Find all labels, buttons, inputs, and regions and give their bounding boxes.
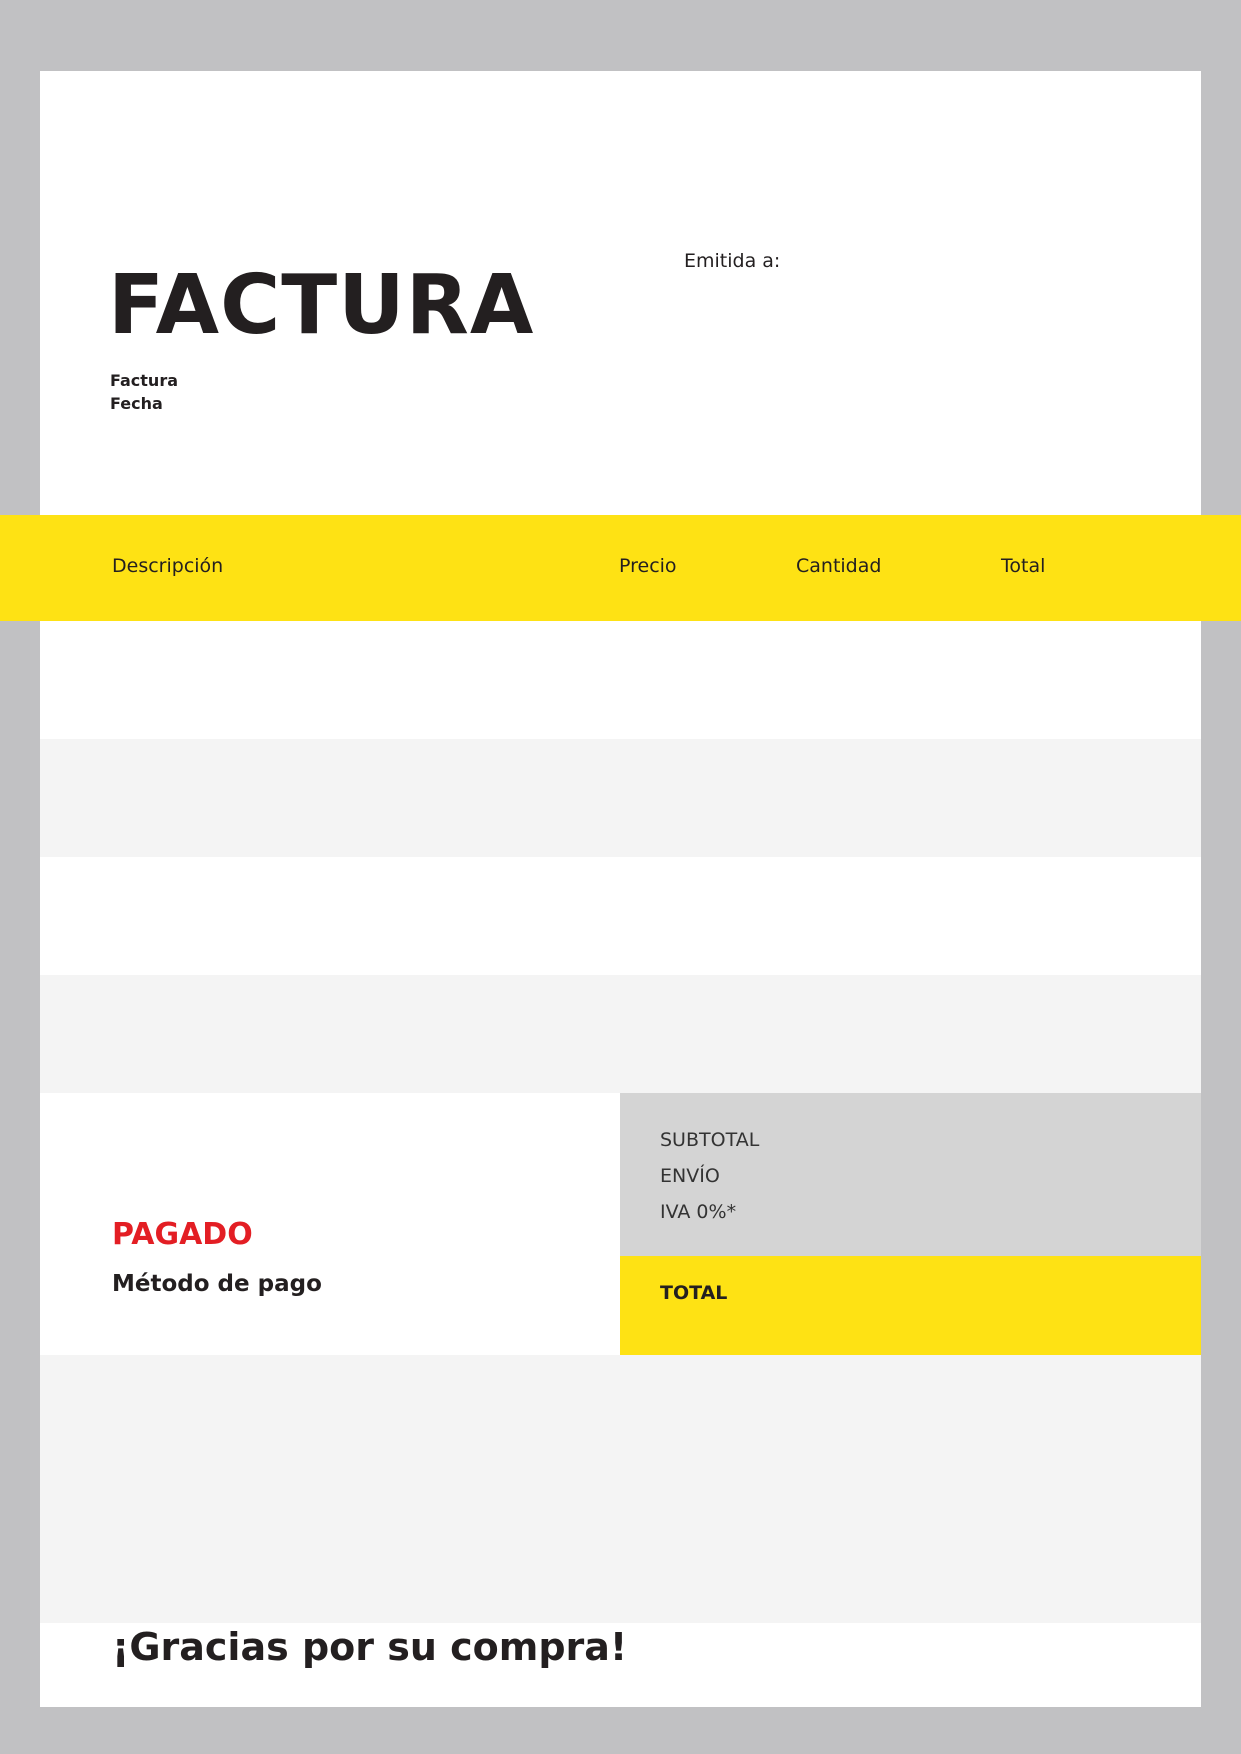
invoice-title: FACTURA: [108, 258, 535, 353]
grand-total-label: TOTAL: [660, 1282, 728, 1304]
column-header-total: Total: [1001, 555, 1046, 577]
paid-status: PAGADO: [112, 1217, 253, 1252]
payment-method-label: Método de pago: [112, 1271, 322, 1297]
subtotal-label: SUBTOTAL: [660, 1129, 760, 1151]
shipping-label: ENVÍO: [660, 1165, 720, 1187]
tax-label: IVA 0%*: [660, 1201, 737, 1223]
column-header-quantity: Cantidad: [796, 555, 882, 577]
invoice-date-label: Fecha: [110, 394, 163, 413]
column-header-price: Precio: [619, 555, 677, 577]
table-row: [40, 739, 1201, 857]
table-row: [40, 975, 1201, 1093]
invoice-number-label: Factura: [110, 371, 178, 390]
notes-area: [40, 1355, 1201, 1623]
issued-to-label: Emitida a:: [684, 250, 781, 272]
thank-you-message: ¡Gracias por su compra!: [112, 1625, 628, 1669]
table-row: [40, 857, 1201, 975]
table-row: [40, 621, 1201, 739]
column-header-description: Descripción: [112, 555, 224, 577]
grand-total-box: [620, 1256, 1201, 1355]
